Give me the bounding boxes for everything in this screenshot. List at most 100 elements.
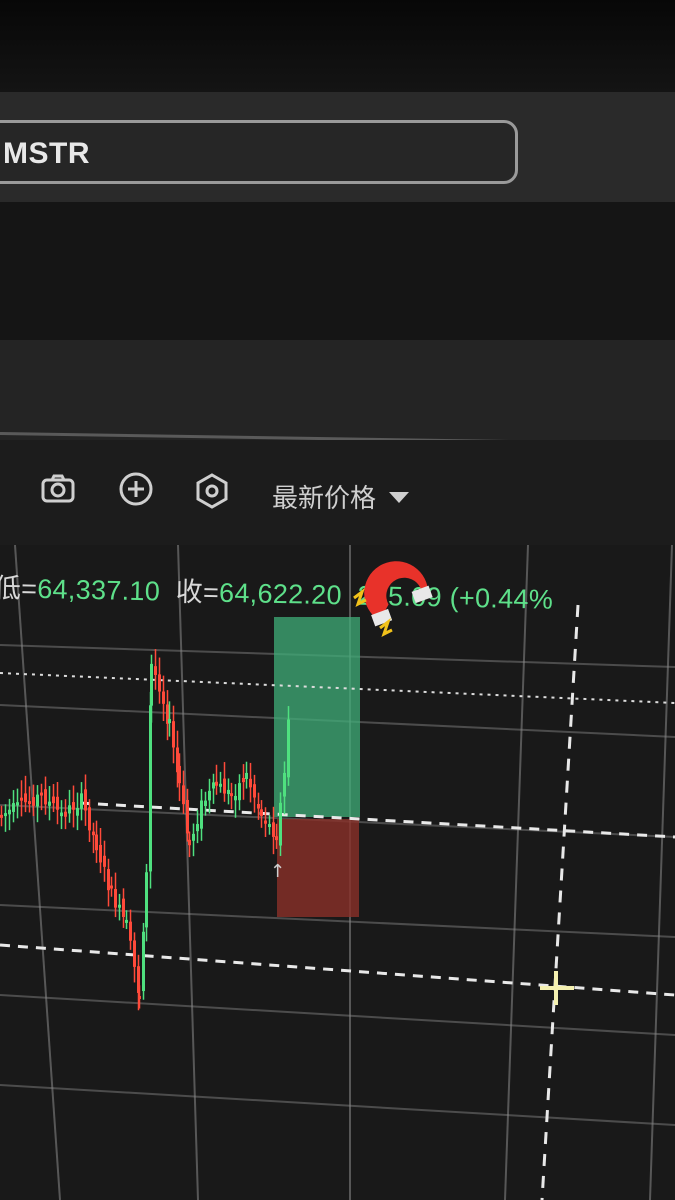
candle-body [60,812,63,817]
crosshair [540,971,574,1005]
candle-body [204,800,207,807]
candle-body [133,940,136,967]
candle-body [245,772,248,780]
candle-body [212,782,215,789]
candle-body [4,813,7,817]
candle-body [287,719,290,778]
change-pct: (+0.44% [449,582,554,615]
symbol-search-input[interactable]: MSTR [0,120,518,184]
candle-body [257,803,260,809]
close-label: 收= [175,576,220,608]
candle-body [260,809,263,816]
order-marker-arrow: ↑ [270,861,285,882]
candle-body [200,800,203,829]
candle-body [88,807,91,831]
candle-body [172,721,175,748]
candle-body [145,872,148,928]
take-profit-zone [274,617,360,817]
candle-body [52,796,55,804]
candle-body [129,921,132,941]
candle-body [138,995,141,999]
candle-body [162,691,165,704]
candle-body [272,822,275,837]
candle-body [28,801,31,805]
position-zones [274,617,360,917]
candle-body [149,705,152,872]
candle-body [16,802,19,806]
candle-body [118,904,121,908]
chevron-down-icon [389,491,410,503]
candle-body [64,811,67,817]
candle-body [249,778,252,788]
candle-body [283,772,286,797]
stop-loss-zone [277,819,359,917]
candle-body [238,783,241,801]
candle-body [24,793,27,803]
candle-body [178,765,181,784]
candle-body [48,801,51,806]
candle-body [253,784,256,798]
candle-body [168,719,171,724]
candle-body [92,831,95,836]
candle-body [142,931,145,992]
candle-body [68,805,71,814]
candle-body [110,885,113,889]
hexagon-settings-icon[interactable] [192,471,232,511]
close-value: 64,622.20 [218,577,343,611]
candle-body [56,796,59,810]
chart-header-panel [0,340,675,440]
candle-body [230,793,233,797]
plus-circle-icon[interactable] [116,469,156,509]
candle-body [154,666,157,675]
low-label: 低= [0,573,38,604]
candle-body [264,820,267,824]
candle-body [279,802,282,846]
candle-body [36,794,39,807]
candle-body [192,833,195,841]
candle-body [44,789,47,805]
candle-body [158,674,161,692]
candle-body [186,799,189,834]
candle-body [208,790,211,801]
monitor-bezel [0,0,675,100]
price-mode-dropdown[interactable]: 最新价格 [272,478,410,515]
magnet-icon [353,561,433,637]
screen: MSTR 最新价格 ↑ 低=64,337.10 收=64,622.20 285.… [0,0,675,1200]
candle-body [103,855,106,867]
candle-body [234,795,237,801]
panel-gap [0,202,675,342]
candle-body [20,797,23,801]
candle-body [242,777,245,783]
grid-line-vertical [504,545,529,1200]
candle-body [196,824,199,832]
candle-body [8,809,11,815]
grid-line-horizontal [0,1084,675,1126]
grid-line-vertical [649,545,673,1200]
candle-body [227,789,230,795]
candle-body [40,792,43,796]
candle-body [95,834,98,851]
entry-level-line [79,801,675,839]
candle-body [72,802,75,810]
candle-body [114,889,117,908]
candle-body [80,793,83,809]
candle-body [76,808,79,816]
candle-body [84,789,87,811]
candle-body [125,919,128,923]
grid-line-vertical [177,545,199,1200]
candle-body [275,836,278,841]
candle-body [268,824,271,828]
candle-body [99,844,102,863]
candle-body [150,663,153,706]
candle-body [107,869,110,891]
camera-icon[interactable] [38,468,78,508]
candle-body [219,783,222,787]
grid-line-horizontal [0,994,675,1036]
grid-line-vertical [14,545,61,1200]
candle-body [0,814,3,818]
price-mode-label: 最新价格 [272,483,377,513]
low-value: 64,337.10 [36,573,161,607]
symbol-search-value: MSTR [3,137,90,170]
price-chart[interactable]: ↑ [0,545,675,1200]
candle-body [182,785,185,805]
